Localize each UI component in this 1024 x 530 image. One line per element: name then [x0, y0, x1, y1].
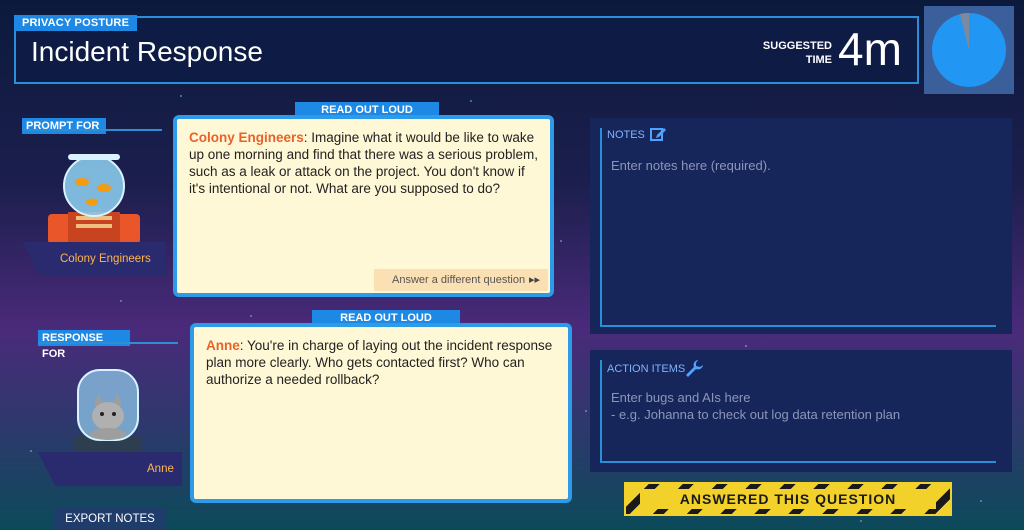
export-notes-button[interactable]: EXPORT NOTES [54, 508, 166, 530]
anne-avatar [74, 369, 142, 452]
suggested-time-label: SUGGESTED TIME [762, 40, 832, 66]
fast-forward-icon: ▸▸ [528, 274, 540, 286]
notes-frame-left [600, 128, 602, 326]
answered-question-button[interactable]: ANSWERED THIS QUESTION [624, 482, 952, 516]
prompt-for-tag: PROMPT FOR [22, 118, 106, 134]
response-text: : You're in charge of laying out the inc… [206, 338, 553, 387]
action-frame-left [600, 360, 602, 462]
timer-widget [924, 6, 1014, 94]
response-tag-underline [38, 342, 178, 344]
action-frame-bottom [600, 461, 996, 463]
response-avatar-name: Anne [147, 463, 174, 475]
action-items-input[interactable]: Enter bugs and AIs here - e.g. Johanna t… [611, 389, 900, 423]
notes-input[interactable]: Enter notes here (required). [611, 157, 771, 174]
prompt-speaker: Colony Engineers [189, 130, 304, 145]
answered-question-label: ANSWERED THIS QUESTION [640, 489, 936, 509]
colony-engineers-avatar [48, 154, 140, 244]
notes-label: NOTES [607, 129, 645, 141]
response-card: Anne: You're in charge of laying out the… [190, 323, 572, 503]
action-items-label: ACTION ITEMS [607, 363, 686, 375]
prompt-tag-underline [22, 129, 162, 131]
notes-panel[interactable] [590, 118, 1012, 334]
edit-icon [650, 128, 666, 141]
suggested-time-value: 4m [838, 23, 902, 75]
prompt-avatar-name: Colony Engineers [60, 253, 151, 265]
wrench-icon [686, 360, 703, 377]
page-title: Incident Response [31, 36, 263, 67]
timer-pie-icon [932, 13, 1006, 87]
answer-different-question-button[interactable]: Answer a different question ▸▸ [374, 269, 548, 291]
section-tag: PRIVACY POSTURE [14, 15, 138, 31]
prompt-card: Colony Engineers: Imagine what it would … [173, 115, 554, 297]
response-speaker: Anne [206, 338, 240, 353]
answer-different-question-label: Answer a different question [392, 274, 526, 286]
notes-frame-bottom [600, 325, 996, 327]
